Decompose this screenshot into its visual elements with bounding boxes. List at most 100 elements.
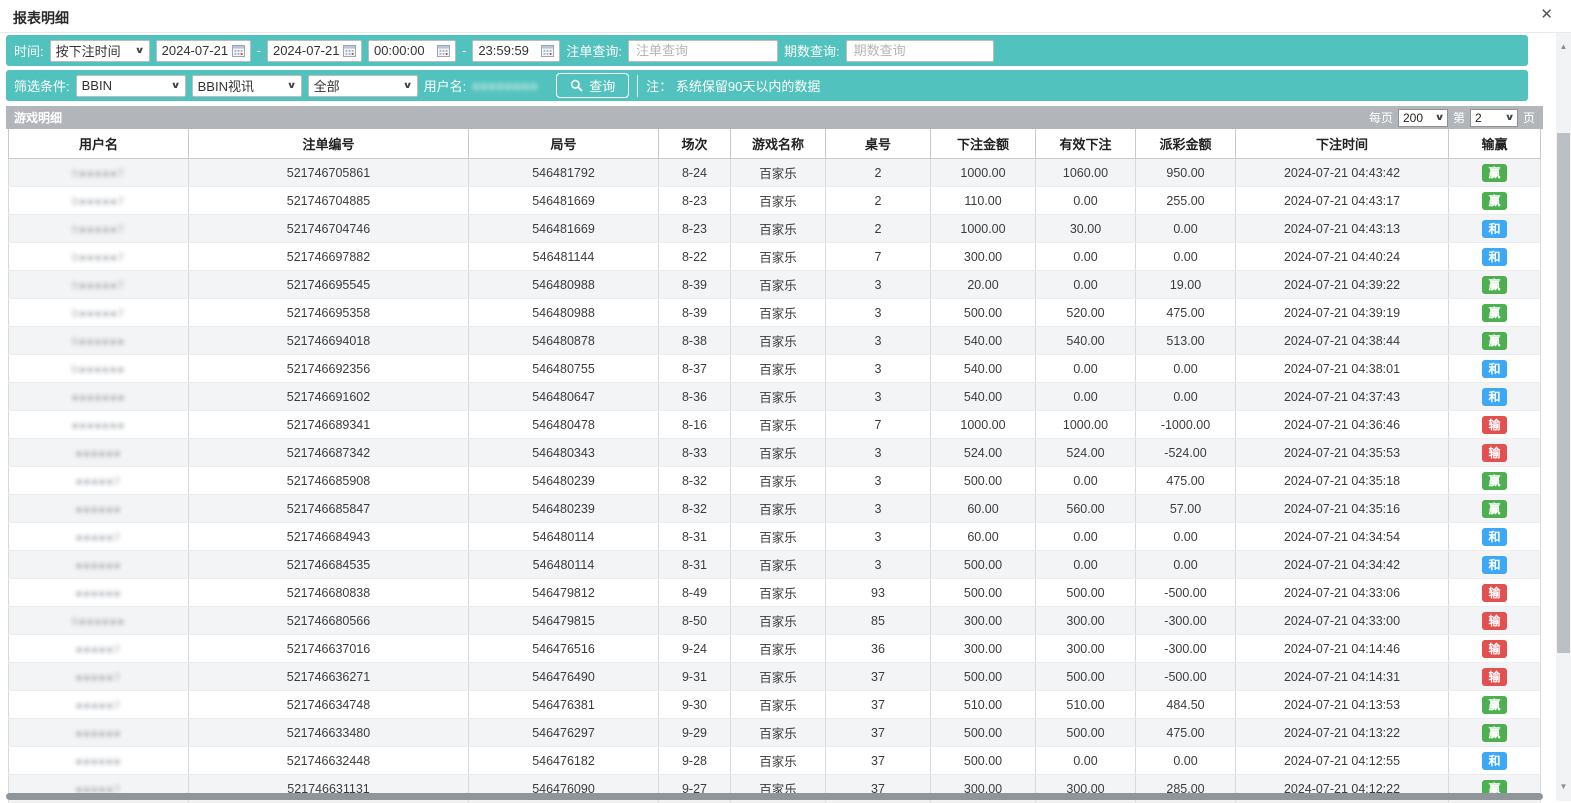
cell-game_name: 百家乐 xyxy=(731,243,826,271)
cell-valid_bet: 300.00 xyxy=(1036,607,1136,635)
search-button-label: 查询 xyxy=(589,76,615,95)
result-badge-lose[interactable]: 输 xyxy=(1482,584,1507,602)
page-select[interactable]: 2 ∨ xyxy=(1470,109,1518,127)
cell-win_lose: 输 xyxy=(1449,439,1541,467)
vertical-scrollbar[interactable]: ▲ ▼ xyxy=(1556,33,1571,801)
cell-round_no: 546480343 xyxy=(469,439,659,467)
bet-query-input[interactable] xyxy=(634,42,772,59)
result-badge-tie[interactable]: 和 xyxy=(1482,220,1507,238)
cell-bet_time: 2024-07-21 04:13:22 xyxy=(1236,719,1449,747)
time-type-select[interactable]: 按下注时间 ∨ xyxy=(50,40,150,62)
cell-payout: 475.00 xyxy=(1136,299,1236,327)
masked-username: ●●●●●● xyxy=(76,504,122,516)
time-to-input[interactable]: 23:59:59 xyxy=(472,40,560,62)
result-badge-tie[interactable]: 和 xyxy=(1482,752,1507,770)
result-badge-win[interactable]: 赢 xyxy=(1482,500,1507,518)
cell-win_lose: 输 xyxy=(1449,635,1541,663)
date-to-input[interactable]: 2024-07-21 xyxy=(267,40,362,62)
result-badge-win[interactable]: 赢 xyxy=(1482,304,1507,322)
cell-bet_time: 2024-07-21 04:40:24 xyxy=(1236,243,1449,271)
cell-bet_no: 521746691602 xyxy=(189,383,469,411)
cell-win_lose: 赢 xyxy=(1449,495,1541,523)
cell-valid_bet: 1000.00 xyxy=(1036,411,1136,439)
result-badge-lose[interactable]: 输 xyxy=(1482,640,1507,658)
cell-round_no: 546481669 xyxy=(469,215,659,243)
cell-win_lose: 赢 xyxy=(1449,187,1541,215)
result-badge-tie[interactable]: 和 xyxy=(1482,388,1507,406)
result-badge-win[interactable]: 赢 xyxy=(1482,276,1507,294)
result-badge-win[interactable]: 赢 xyxy=(1482,724,1507,742)
table-row: ●●●●●●5217466808385464798128-49百家乐93500.… xyxy=(9,579,1541,607)
horizontal-scrollbar[interactable] xyxy=(6,793,1543,800)
cell-game_name: 百家乐 xyxy=(731,215,826,243)
result-badge-lose[interactable]: 输 xyxy=(1482,444,1507,462)
cell-username: ●●●●●● xyxy=(9,579,189,607)
column-header-session: 场次 xyxy=(659,129,731,159)
cell-username: ●●●●●7 xyxy=(9,635,189,663)
calendar-icon xyxy=(437,44,450,57)
scroll-up-icon[interactable]: ▲ xyxy=(1556,42,1571,51)
per-page-select[interactable]: 200 ∨ xyxy=(1398,109,1448,127)
cell-bet_amount: 540.00 xyxy=(931,355,1036,383)
cell-game_name: 百家乐 xyxy=(731,187,826,215)
cell-session: 8-36 xyxy=(659,383,731,411)
column-header-game_name: 游戏名称 xyxy=(731,129,826,159)
time-from-input[interactable]: 00:00:00 xyxy=(368,40,456,62)
result-badge-win[interactable]: 赢 xyxy=(1482,192,1507,210)
period-query-input[interactable] xyxy=(852,42,988,59)
cell-valid_bet: 500.00 xyxy=(1036,663,1136,691)
cell-round_no: 546479812 xyxy=(469,579,659,607)
cell-payout: 255.00 xyxy=(1136,187,1236,215)
cell-game_name: 百家乐 xyxy=(731,523,826,551)
result-badge-lose[interactable]: 输 xyxy=(1482,612,1507,630)
result-badge-win[interactable]: 赢 xyxy=(1482,472,1507,490)
scroll-down-icon[interactable]: ▼ xyxy=(1556,782,1571,791)
cell-session: 8-39 xyxy=(659,299,731,327)
cell-game_name: 百家乐 xyxy=(731,747,826,775)
cell-username: ●●●●●7 xyxy=(9,523,189,551)
result-badge-tie[interactable]: 和 xyxy=(1482,248,1507,266)
masked-username: ●●●●●● xyxy=(76,756,122,768)
cell-round_no: 546480239 xyxy=(469,467,659,495)
close-icon[interactable]: ✕ xyxy=(1540,7,1553,22)
masked-username: h●●●●●7 xyxy=(72,168,124,180)
result-badge-tie[interactable]: 和 xyxy=(1482,528,1507,546)
cell-game_name: 百家乐 xyxy=(731,355,826,383)
cell-username: ●●●●●●● xyxy=(9,383,189,411)
cell-bet_no: 521746685908 xyxy=(189,467,469,495)
vertical-scrollbar-thumb[interactable] xyxy=(1557,133,1570,653)
cell-session: 8-22 xyxy=(659,243,731,271)
game-type-select[interactable]: 全部 ∨ xyxy=(308,75,418,97)
cell-round_no: 546480988 xyxy=(469,299,659,327)
category-select[interactable]: BBIN视讯 ∨ xyxy=(192,75,302,97)
result-badge-win[interactable]: 赢 xyxy=(1482,332,1507,350)
cell-win_lose: 和 xyxy=(1449,523,1541,551)
search-button[interactable]: 查询 xyxy=(556,73,629,98)
column-header-username: 用户名 xyxy=(9,129,189,159)
cell-game_name: 百家乐 xyxy=(731,327,826,355)
cell-bet_no: 521746680838 xyxy=(189,579,469,607)
cell-payout: -300.00 xyxy=(1136,635,1236,663)
cell-table_no: 36 xyxy=(826,635,931,663)
date-from-input[interactable]: 2024-07-21 xyxy=(156,40,251,62)
cell-bet_amount: 300.00 xyxy=(931,243,1036,271)
result-badge-lose[interactable]: 输 xyxy=(1482,416,1507,434)
cell-bet_no: 521746687342 xyxy=(189,439,469,467)
column-header-bet_no: 注单编号 xyxy=(189,129,469,159)
result-badge-tie[interactable]: 和 xyxy=(1482,360,1507,378)
cell-table_no: 2 xyxy=(826,187,931,215)
cell-bet_amount: 20.00 xyxy=(931,271,1036,299)
table-row: ●●●●●●5217466334805464762979-29百家乐37500.… xyxy=(9,719,1541,747)
cell-valid_bet: 510.00 xyxy=(1036,691,1136,719)
cell-round_no: 546479815 xyxy=(469,607,659,635)
table-row: h●●●●●75217466953585464809888-39百家乐3500.… xyxy=(9,299,1541,327)
result-badge-lose[interactable]: 输 xyxy=(1482,668,1507,686)
result-badge-win[interactable]: 赢 xyxy=(1482,164,1507,182)
bet-query-input-wrap xyxy=(628,40,778,62)
result-badge-tie[interactable]: 和 xyxy=(1482,556,1507,574)
result-badge-win[interactable]: 赢 xyxy=(1482,696,1507,714)
report-table: 用户名注单编号局号场次游戏名称桌号下注金额有效下注派彩金额下注时间输赢 h●●●… xyxy=(8,129,1541,803)
condition-filter-bar: 筛选条件: BBIN ∨ BBIN视讯 ∨ 全部 ∨ 用户名: ●●●●●●●●… xyxy=(6,70,1528,101)
time-type-value: 按下注时间 xyxy=(56,41,121,60)
platform-select[interactable]: BBIN ∨ xyxy=(76,75,186,97)
